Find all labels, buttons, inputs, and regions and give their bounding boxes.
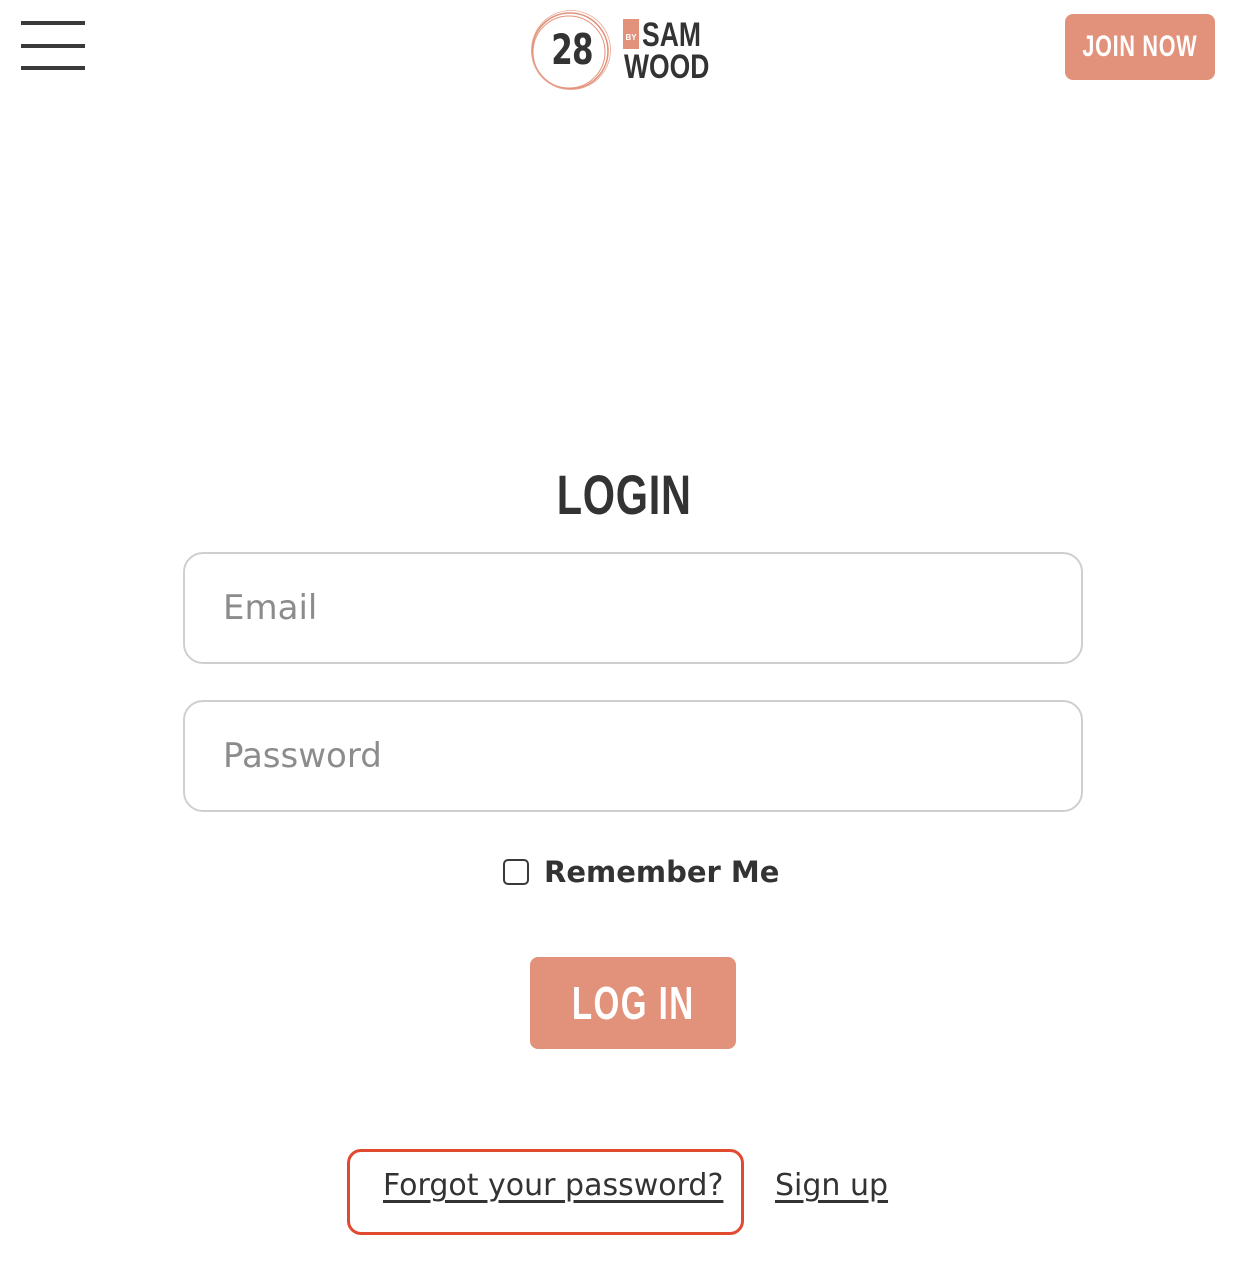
sign-up-link[interactable]: Sign up [775,1168,888,1203]
menu-bar [21,44,85,48]
log-in-button[interactable]: LOG IN [530,957,736,1049]
remember-me-label: Remember Me [544,855,780,889]
logo[interactable]: 28 BY SAM WOOD [528,9,710,93]
page-title-text: LOGIN [556,463,692,526]
logo-by: BY [623,19,639,49]
password-field[interactable] [183,700,1083,812]
log-in-label: LOG IN [571,977,695,1029]
menu-bar [21,66,85,70]
forgot-password-link[interactable]: Forgot your password? [383,1168,723,1203]
logo-wood: WOOD [624,48,710,86]
logo-number: 28 [551,25,593,74]
logo-sam: SAM [642,16,701,54]
page-title: LOGIN [0,462,1248,527]
email-field[interactable] [183,552,1083,664]
menu-bar [21,21,85,25]
remember-me-checkbox[interactable] [503,859,529,885]
join-now-label: JOIN NOW [1082,30,1198,63]
hamburger-menu-icon[interactable] [21,21,85,73]
remember-me[interactable]: Remember Me [503,854,779,890]
join-now-button[interactable]: JOIN NOW [1065,14,1215,80]
